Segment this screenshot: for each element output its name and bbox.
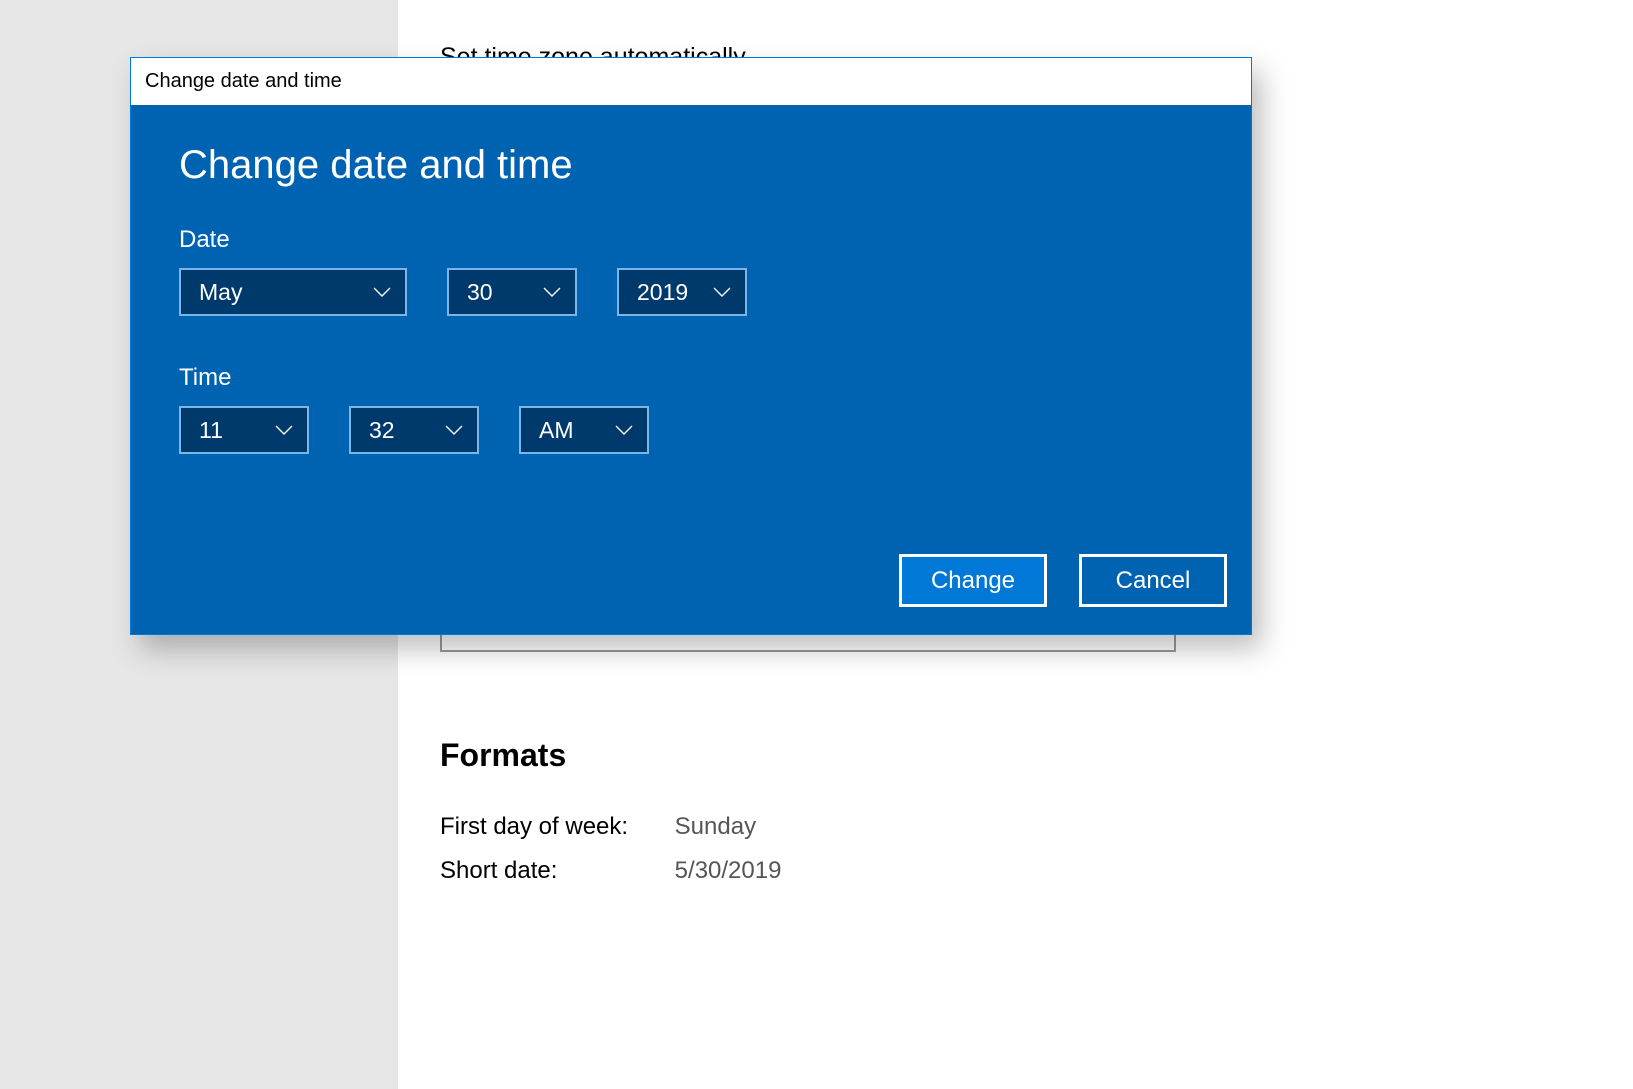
ampm-dropdown[interactable]: AM — [519, 406, 649, 454]
time-field-label: Time — [179, 364, 1203, 392]
dialog-heading: Change date and time — [179, 143, 1203, 188]
date-field-label: Date — [179, 226, 1203, 254]
short-date-row: Short date: 5/30/2019 — [440, 857, 781, 885]
chevron-down-icon — [615, 425, 633, 435]
minute-dropdown[interactable]: 32 — [349, 406, 479, 454]
chevron-down-icon — [275, 425, 293, 435]
change-button[interactable]: Change — [899, 554, 1047, 607]
cancel-button[interactable]: Cancel — [1079, 554, 1227, 607]
chevron-down-icon — [543, 287, 561, 297]
date-field-row: May 30 2019 — [179, 268, 1203, 316]
year-value: 2019 — [637, 279, 688, 306]
short-date-key: Short date: — [440, 857, 668, 885]
change-date-time-dialog: Change date and time Change date and tim… — [130, 57, 1252, 635]
year-dropdown[interactable]: 2019 — [617, 268, 747, 316]
dialog-actions: Change Cancel — [899, 554, 1227, 607]
day-value: 30 — [467, 279, 493, 306]
dialog-body: Change date and time Date May 30 2019 — [131, 105, 1251, 634]
day-dropdown[interactable]: 30 — [447, 268, 577, 316]
time-field-row: 11 32 AM — [179, 406, 1203, 454]
month-dropdown[interactable]: May — [179, 268, 407, 316]
hour-value: 11 — [199, 417, 223, 444]
short-date-value: 5/30/2019 — [675, 857, 782, 884]
chevron-down-icon — [373, 287, 391, 297]
formats-heading: Formats — [440, 737, 566, 774]
first-day-of-week-value: Sunday — [675, 813, 756, 840]
hour-dropdown[interactable]: 11 — [179, 406, 309, 454]
first-day-of-week-key: First day of week: — [440, 813, 668, 841]
chevron-down-icon — [713, 287, 731, 297]
change-button-label: Change — [931, 567, 1015, 595]
minute-value: 32 — [369, 417, 395, 444]
chevron-down-icon — [445, 425, 463, 435]
dialog-window-title: Change date and time — [145, 70, 342, 93]
sidebar-item-region-language[interactable]: Region & language — [0, 12, 398, 60]
month-value: May — [199, 279, 242, 306]
dialog-titlebar[interactable]: Change date and time — [131, 58, 1251, 105]
ampm-value: AM — [539, 417, 574, 444]
first-day-of-week-row: First day of week: Sunday — [440, 813, 756, 841]
cancel-button-label: Cancel — [1116, 567, 1191, 595]
